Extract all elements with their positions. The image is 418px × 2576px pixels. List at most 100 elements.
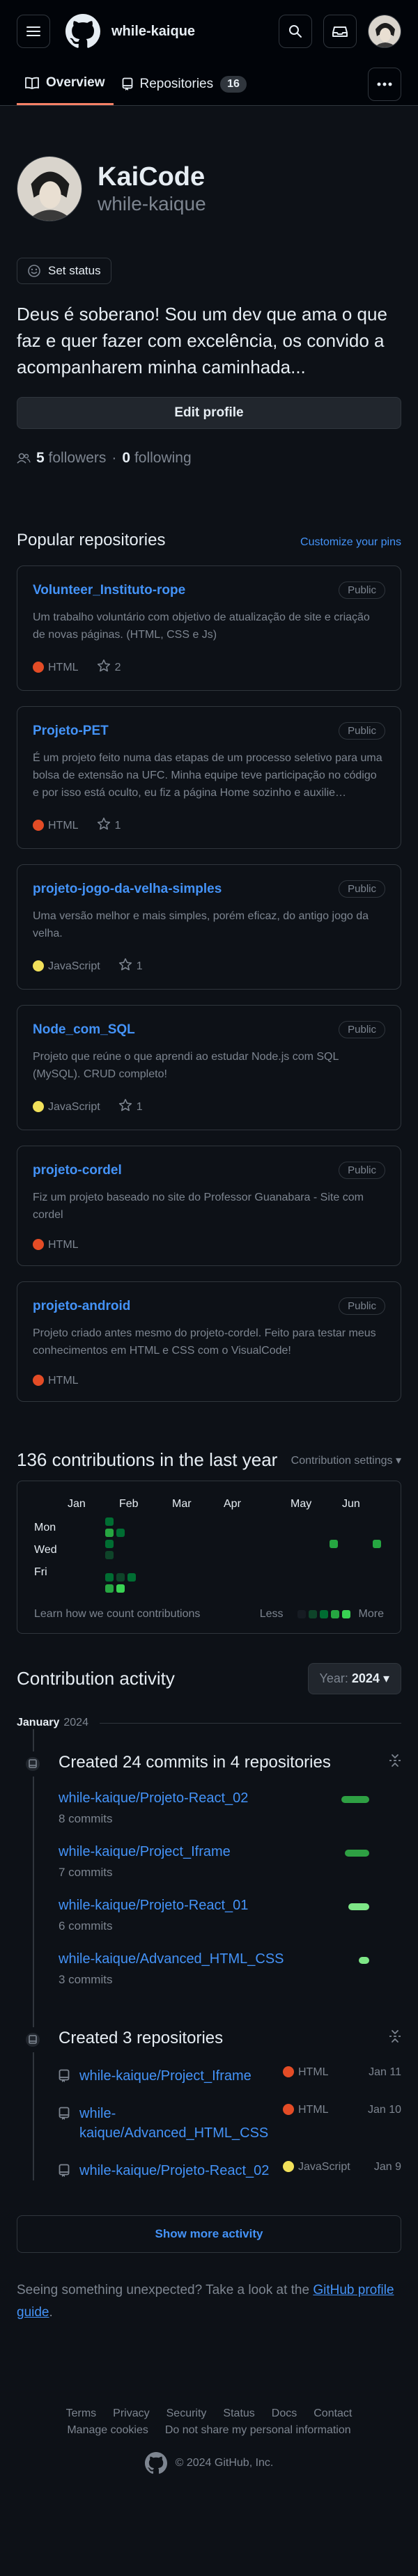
contribution-day-cell[interactable] — [373, 1540, 381, 1548]
repo-stars-link[interactable]: 1 — [118, 1098, 143, 1116]
learn-contributions-link[interactable]: Learn how we count contributions — [34, 1608, 200, 1621]
avatar-image — [369, 15, 401, 47]
created-repo-link[interactable]: while-kaique/Advanced_HTML_CSS — [79, 2104, 273, 2143]
commit-count-link[interactable]: 3 commits — [59, 1973, 284, 1987]
commit-count-link[interactable]: 7 commits — [59, 1866, 231, 1880]
customize-pins-link[interactable]: Customize your pins — [300, 536, 401, 549]
year-dropdown[interactable]: Year: 2024 ▾ — [307, 1663, 401, 1694]
inbox-button[interactable] — [323, 15, 357, 48]
contribution-day-cell[interactable] — [330, 1540, 338, 1548]
repo-meta: HTML 2 — [33, 659, 385, 676]
language-color-dot — [33, 661, 44, 673]
footer-link[interactable]: Terms — [66, 2407, 97, 2420]
footer-link[interactable]: Contact — [314, 2407, 352, 2420]
contribution-day-cell[interactable] — [105, 1573, 114, 1582]
created-repo-language-name: HTML — [298, 2066, 329, 2078]
created-repo-language-name: JavaScript — [298, 2161, 350, 2173]
repo-name-link[interactable]: projeto-android — [33, 1299, 130, 1314]
contribution-day-cell[interactable] — [116, 1584, 125, 1593]
contribution-day-cell[interactable] — [105, 1529, 114, 1537]
contribution-day-cell[interactable] — [127, 1573, 136, 1582]
footer-link[interactable]: Privacy — [113, 2407, 149, 2420]
commit-count-link[interactable]: 8 commits — [59, 1812, 248, 1826]
legend-level-2 — [319, 1610, 328, 1618]
commit-count-link[interactable]: 6 commits — [59, 1919, 248, 1933]
repo-card-header: projeto-jogo-da-velha-simples Public — [33, 880, 385, 898]
repo-language: JavaScript — [33, 1100, 100, 1114]
edit-profile-button[interactable]: Edit profile — [17, 397, 401, 429]
created-repo-language: HTML — [283, 2104, 353, 2116]
menu-button[interactable] — [17, 15, 50, 48]
repo-stars-link[interactable]: 2 — [97, 659, 121, 676]
created-repo-link[interactable]: while-kaique/Projeto-React_02 — [79, 2161, 273, 2180]
github-logo[interactable] — [65, 14, 100, 49]
contribution-day-cell[interactable] — [116, 1573, 125, 1582]
fold-icon[interactable] — [389, 2029, 401, 2048]
repo-name-link[interactable]: Projeto-PET — [33, 724, 109, 739]
contribution-day-cell[interactable] — [116, 1529, 125, 1537]
repo-icon — [59, 2069, 70, 2085]
show-more-activity-button[interactable]: Show more activity — [17, 2215, 401, 2253]
contribution-day-cell[interactable] — [105, 1551, 114, 1559]
profile-login: while-kaique — [98, 193, 206, 214]
repo-stars-link[interactable]: 1 — [118, 958, 143, 975]
followers-link[interactable]: 5 followers — [36, 450, 106, 467]
triangle-down-icon: ▾ — [395, 1454, 401, 1467]
footer-link[interactable]: Docs — [272, 2407, 297, 2420]
repo-name-link[interactable]: projeto-jogo-da-velha-simples — [33, 882, 222, 897]
user-avatar-small[interactable] — [368, 15, 401, 48]
profile-name: KaiCode — [98, 162, 206, 192]
footer-link[interactable]: Manage cookies — [67, 2424, 148, 2437]
activity-month: January — [17, 1717, 60, 1728]
tab-overview[interactable]: Overview — [17, 63, 114, 105]
contribution-day-cell[interactable] — [105, 1584, 114, 1593]
footer-link[interactable]: Do not share my personal information — [165, 2424, 351, 2437]
contribution-month-label: Feb — [119, 1498, 139, 1510]
popular-repos-header: Popular repositories Customize your pins — [17, 531, 401, 550]
repo-name-link[interactable]: Volunteer_Instituto-rope — [33, 583, 185, 598]
legend-level-4 — [341, 1610, 350, 1618]
commit-repo-link[interactable]: while-kaique/Project_Iframe — [59, 1844, 231, 1860]
repo-name-link[interactable]: projeto-cordel — [33, 1163, 122, 1178]
github-logo[interactable] — [144, 2452, 167, 2474]
search-button[interactable] — [279, 15, 312, 48]
contribution-legend: Less More — [260, 1608, 384, 1621]
language-color-dot — [283, 2066, 294, 2077]
footer-link[interactable]: Security — [167, 2407, 207, 2420]
footer-link[interactable]: Status — [223, 2407, 254, 2420]
commit-repo-link[interactable]: while-kaique/Projeto-React_01 — [59, 1898, 248, 1914]
profile-avatar[interactable] — [17, 156, 82, 221]
contribution-day-cell[interactable] — [105, 1540, 114, 1548]
repo-meta: JavaScript 1 — [33, 1098, 385, 1116]
star-icon — [97, 817, 111, 834]
hamburger-icon — [26, 26, 40, 36]
created-repo-date: Jan 11 — [369, 2066, 401, 2078]
language-color-dot — [33, 1239, 44, 1250]
tab-repositories[interactable]: Repositories 16 — [114, 63, 255, 105]
repo-meta: HTML — [33, 1375, 385, 1387]
legend-less: Less — [259, 1608, 284, 1620]
repo-language-name: HTML — [48, 1239, 79, 1251]
contribution-month-label: Jan — [68, 1498, 86, 1510]
commit-activity-info: while-kaique/Advanced_HTML_CSS 3 commits — [59, 1951, 284, 1987]
following-label: following — [134, 450, 192, 466]
repo-meta: HTML — [33, 1239, 385, 1251]
repo-stars-link[interactable]: 1 — [97, 817, 121, 834]
more-tabs-button[interactable] — [368, 67, 401, 101]
set-status-button[interactable]: Set status — [17, 258, 111, 284]
header-username[interactable]: while-kaique — [111, 24, 195, 40]
repo-card-header: Projeto-PET Public — [33, 722, 385, 740]
created-repo-link[interactable]: while-kaique/Project_Iframe — [79, 2066, 273, 2086]
contribution-day-cell[interactable] — [105, 1517, 114, 1526]
pinned-repo-card: projeto-cordel Public Fiz um projeto basea… — [17, 1146, 401, 1266]
repo-name-link[interactable]: Node_com_SQL — [33, 1022, 135, 1038]
language-color-dot — [33, 1100, 44, 1112]
contribution-settings-dropdown[interactable]: Contribution settings ▾ — [291, 1453, 401, 1467]
fold-icon[interactable] — [389, 1753, 401, 1772]
activity-month-heading: January 2024 — [17, 1717, 401, 1729]
following-link[interactable]: 0 following — [122, 450, 191, 467]
commit-repo-link[interactable]: while-kaique/Advanced_HTML_CSS — [59, 1951, 284, 1967]
book-icon — [25, 77, 39, 89]
commit-repo-link[interactable]: while-kaique/Projeto-React_02 — [59, 1790, 248, 1806]
repo-meta: HTML 1 — [33, 817, 385, 834]
